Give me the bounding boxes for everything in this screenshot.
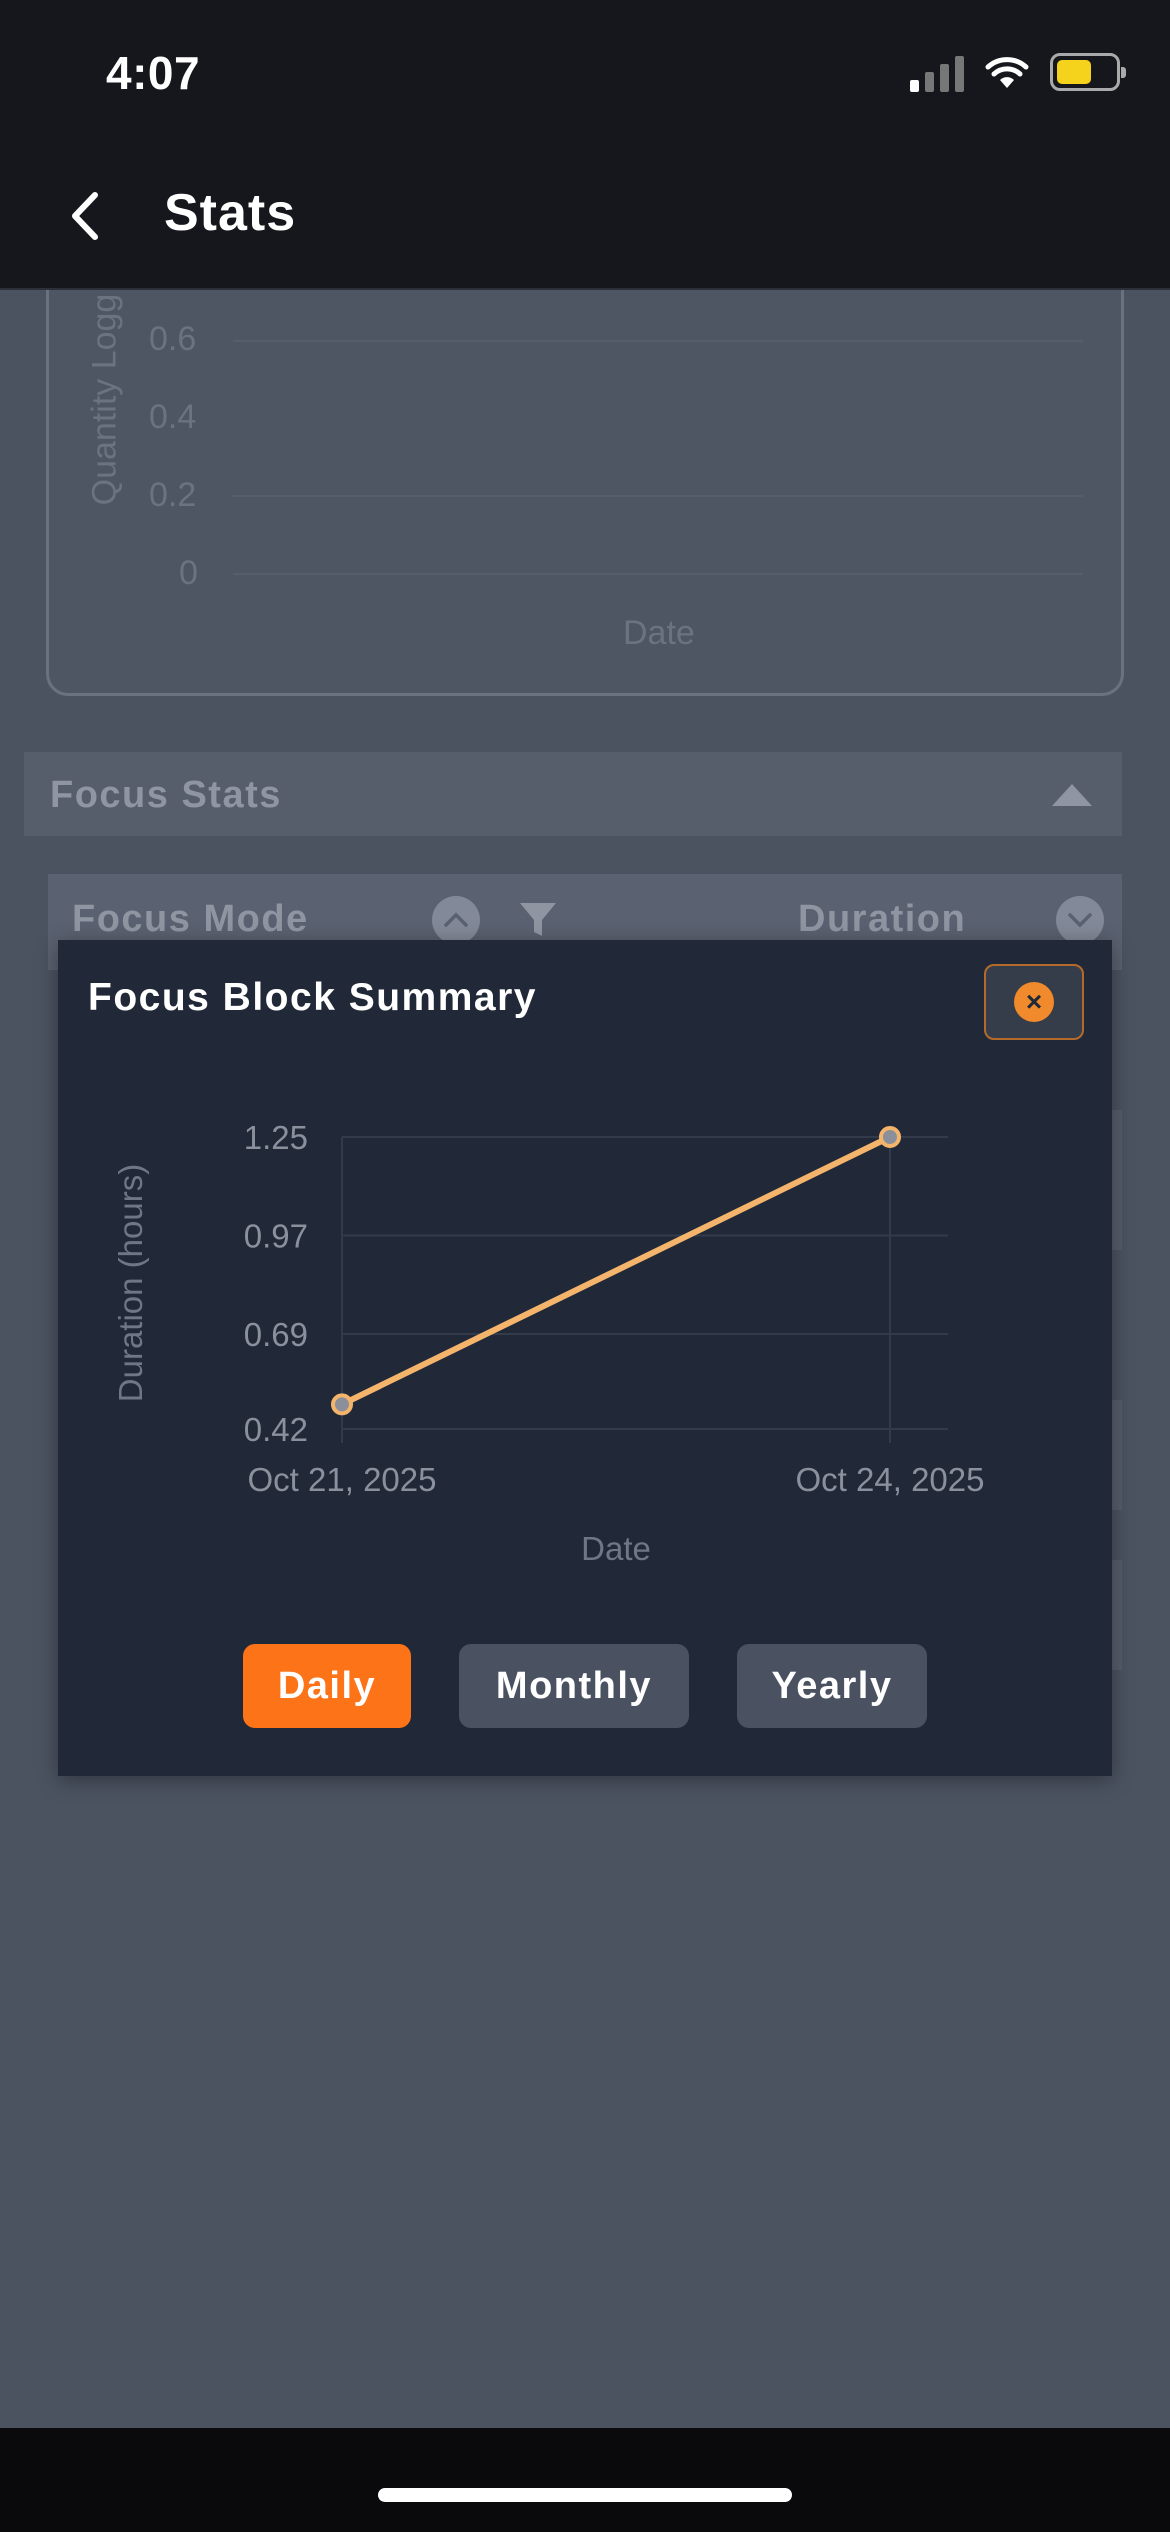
- yearly-button[interactable]: Yearly: [737, 1644, 927, 1728]
- bg-grid-line: [233, 340, 1083, 342]
- home-indicator[interactable]: [378, 2488, 792, 2502]
- bg-tick-label: 0.6: [149, 320, 197, 358]
- focus-stats-section[interactable]: Focus Stats: [24, 752, 1122, 836]
- page-title: Stats: [164, 184, 297, 242]
- focus-block-summary-modal: Focus Block Summary × 1.25 0.97 0.69 0.42 O…: [58, 940, 1112, 1776]
- bg-tick-label: 0: [179, 554, 198, 592]
- x-ticks: Oct 21, 2025 Oct 24, 2025: [248, 1461, 985, 1498]
- chart-series: [331, 1126, 901, 1416]
- y-tick-label: 0.42: [244, 1411, 308, 1448]
- bg-chart-xlabel: Date: [623, 614, 695, 652]
- chevron-left-icon: [72, 192, 98, 240]
- home-indicator-area: [0, 2428, 1170, 2532]
- filter-icon[interactable]: [518, 900, 558, 940]
- status-time: 4:07: [106, 47, 201, 99]
- back-button[interactable]: [50, 181, 120, 251]
- x-tick-label: Oct 24, 2025: [796, 1461, 985, 1498]
- chart-grid: [341, 1136, 948, 1443]
- battery-icon: [1050, 53, 1126, 91]
- daily-button[interactable]: Daily: [243, 1644, 411, 1728]
- focus-stats-label: Focus Stats: [50, 774, 282, 816]
- caret-up-icon: [1052, 784, 1092, 806]
- bg-tick-label: 0.4: [149, 398, 197, 436]
- nav-header: Stats: [0, 145, 1170, 290]
- quantity-chart-card: Quantity Logg 0.6 0.4 0.2 0 Date: [46, 290, 1124, 696]
- data-point[interactable]: [879, 1126, 901, 1148]
- bg-grid-line: [233, 495, 1083, 497]
- chevron-up-icon: [444, 912, 468, 927]
- x-tick-label: Oct 21, 2025: [248, 1461, 437, 1498]
- chevron-down-icon: [1068, 913, 1092, 928]
- duration-line-chart: 1.25 0.97 0.69 0.42 Oct 21, 2025 Oct 24, 202…: [112, 1119, 985, 1567]
- bg-grid-line: [233, 573, 1083, 575]
- column-duration[interactable]: Duration: [798, 898, 966, 941]
- y-ticks: 1.25 0.97 0.69 0.42: [244, 1119, 308, 1448]
- series-line: [339, 1134, 893, 1408]
- data-point[interactable]: [331, 1393, 353, 1416]
- y-tick-label: 1.25: [244, 1119, 308, 1156]
- y-tick-label: 0.97: [244, 1218, 308, 1255]
- monthly-button[interactable]: Monthly: [459, 1644, 689, 1728]
- status-bar: 4:07: [0, 0, 1170, 145]
- wifi-icon: [985, 57, 1029, 88]
- status-icons: [910, 52, 1126, 92]
- column-focus-mode[interactable]: Focus Mode: [72, 898, 309, 941]
- bg-tick-label: 0.2: [149, 476, 197, 514]
- y-axis-label: Duration (hours): [112, 1164, 149, 1402]
- sort-down-button[interactable]: [1056, 896, 1104, 944]
- y-tick-label: 0.69: [244, 1316, 308, 1353]
- x-axis-label: Date: [581, 1530, 651, 1567]
- sort-up-button[interactable]: [432, 896, 480, 944]
- cellular-signal-icon: [910, 52, 964, 92]
- bg-chart-ylabel: Quantity Logg: [85, 293, 124, 506]
